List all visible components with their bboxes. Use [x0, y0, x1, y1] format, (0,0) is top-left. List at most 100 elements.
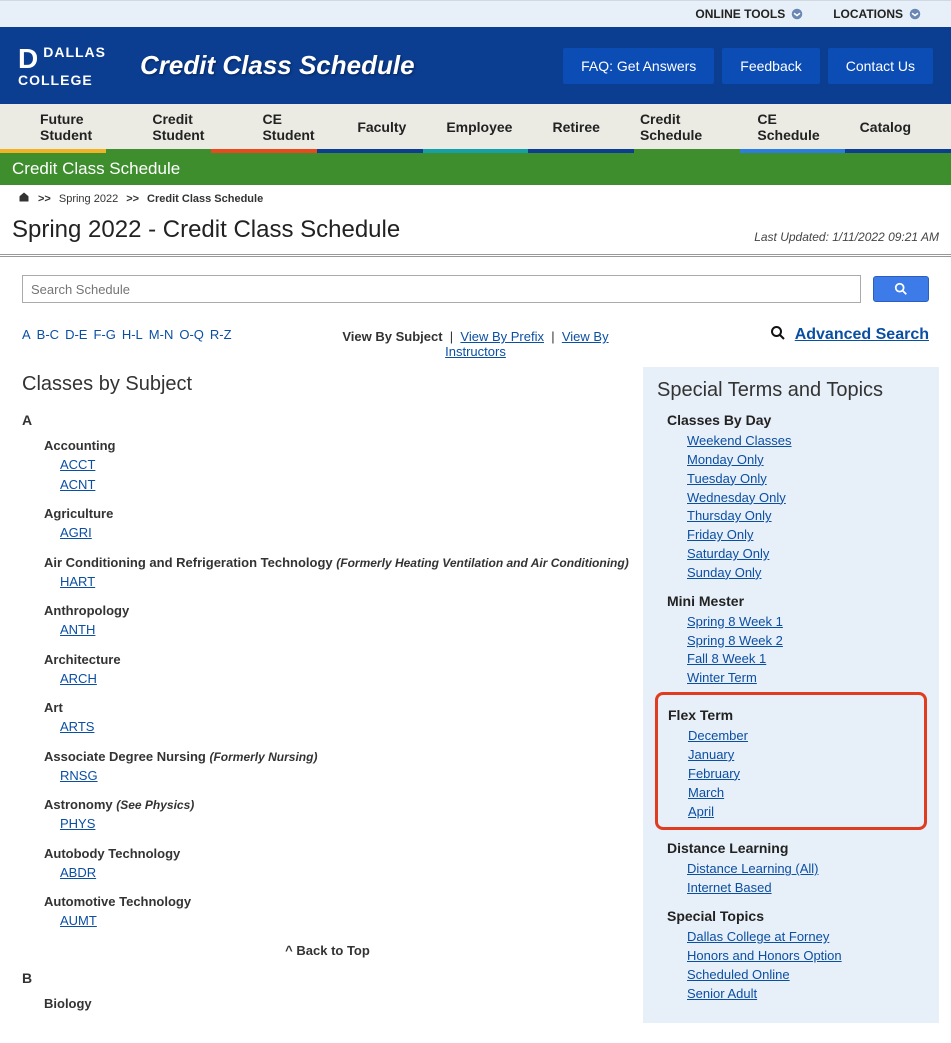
logo[interactable]: D DALLAS COLLEGE [18, 45, 106, 87]
sidebar-link[interactable]: December [688, 728, 748, 743]
home-icon[interactable] [18, 191, 30, 206]
nav-ce-student[interactable]: CE Student [262, 111, 317, 143]
sidebar-group-heading: Flex Term [668, 707, 924, 723]
advanced-search-link[interactable]: Advanced Search [795, 326, 929, 343]
home-icon [18, 191, 30, 203]
course-code-link[interactable]: PHYS [60, 814, 633, 834]
course-code-link[interactable]: ANTH [60, 620, 633, 640]
view-by-prefix-link[interactable]: View By Prefix [460, 329, 544, 344]
letter-heading: B [22, 970, 633, 986]
course-code-link[interactable]: ARTS [60, 717, 633, 737]
subject-block: Agriculture AGRI [22, 506, 633, 543]
subject-name: Automotive Technology [44, 894, 191, 909]
breadcrumb-term[interactable]: Spring 2022 [59, 193, 118, 205]
search-button[interactable] [873, 276, 929, 302]
course-code-link[interactable]: HART [60, 572, 633, 592]
sidebar-link[interactable]: March [688, 785, 724, 800]
online-tools-menu[interactable]: ONLINE TOOLS [695, 7, 803, 21]
sidebar-link[interactable]: Senior Adult [687, 986, 757, 1001]
locations-menu[interactable]: LOCATIONS [833, 7, 921, 21]
back-to-top-link[interactable]: ^ Back to Top [285, 943, 370, 958]
breadcrumb-sep: >> [38, 193, 51, 205]
subject-block: Air Conditioning and Refrigeration Techn… [22, 555, 633, 592]
subject-block: Architecture ARCH [22, 652, 633, 689]
subject-name: Biology [44, 996, 92, 1011]
subject-name: Astronomy [44, 797, 116, 812]
chevron-down-icon [791, 8, 803, 20]
nav-future-student[interactable]: Future Student [40, 111, 112, 143]
subject-block: Automotive Technology AUMT [22, 894, 633, 931]
sidebar-link[interactable]: Monday Only [687, 452, 764, 467]
sidebar-link[interactable]: February [688, 766, 740, 781]
subject-name: Autobody Technology [44, 846, 180, 861]
sidebar-link[interactable]: Thursday Only [687, 508, 772, 523]
alpha-d-e[interactable]: D-E [65, 327, 87, 342]
sidebar-group: Distance Learning Distance Learning (All)… [657, 840, 925, 898]
course-code-link[interactable]: ACNT [60, 475, 633, 495]
page-title-row: Spring 2022 - Credit Class Schedule Last… [0, 212, 951, 257]
sidebar-link[interactable]: Sunday Only [687, 565, 761, 580]
view-by-subject: View By Subject [342, 329, 442, 344]
alpha-m-n[interactable]: M-N [149, 327, 174, 342]
sidebar-group-heading: Distance Learning [667, 840, 925, 856]
section-bar: Credit Class Schedule [0, 153, 951, 185]
sidebar-group-heading: Classes By Day [667, 412, 925, 428]
nav-retiree[interactable]: Retiree [552, 119, 599, 135]
subject-note: (Formerly Heating Ventilation and Air Co… [336, 556, 628, 570]
nav-ce-schedule[interactable]: CE Schedule [757, 111, 819, 143]
sidebar-link[interactable]: January [688, 747, 734, 762]
subject-block: Autobody Technology ABDR [22, 846, 633, 883]
main-nav: Future Student Credit Student CE Student Fa… [0, 104, 951, 149]
sidebar: Special Terms and Topics Classes By Day W… [643, 367, 939, 1023]
course-code-link[interactable]: AGRI [60, 523, 633, 543]
alpha-o-q[interactable]: O-Q [179, 327, 204, 342]
nav-credit-schedule[interactable]: Credit Schedule [640, 111, 717, 143]
course-code-link[interactable]: ABDR [60, 863, 633, 883]
alpha-b-c[interactable]: B-C [37, 327, 59, 342]
sidebar-link[interactable]: Spring 8 Week 2 [687, 633, 783, 648]
subject-block: Astronomy (See Physics) PHYS [22, 797, 633, 834]
search-input[interactable] [22, 275, 861, 303]
faq-button[interactable]: FAQ: Get Answers [563, 48, 714, 84]
sidebar-link[interactable]: Distance Learning (All) [687, 861, 819, 876]
course-code-link[interactable]: ACCT [60, 455, 633, 475]
sidebar-link[interactable]: Honors and Honors Option [687, 948, 842, 963]
subject-block: Art ARTS [22, 700, 633, 737]
subject-name: Anthropology [44, 603, 129, 618]
course-code-link[interactable]: ARCH [60, 669, 633, 689]
sidebar-group: Special Topics Dallas College at Forney Ho… [657, 908, 925, 1003]
sidebar-link[interactable]: Spring 8 Week 1 [687, 614, 783, 629]
sidebar-link[interactable]: Scheduled Online [687, 967, 790, 982]
sidebar-link[interactable]: Tuesday Only [687, 471, 767, 486]
site-title: Credit Class Schedule [140, 50, 415, 81]
nav-faculty[interactable]: Faculty [357, 119, 406, 135]
sidebar-link[interactable]: April [688, 804, 714, 819]
course-code-link[interactable]: RNSG [60, 766, 633, 786]
subject-note: (See Physics) [116, 798, 194, 812]
subject-block: Accounting ACCTACNT [22, 438, 633, 494]
section-heading: Classes by Subject [22, 373, 633, 396]
nav-catalog[interactable]: Catalog [860, 119, 911, 135]
subject-name: Art [44, 700, 63, 715]
sidebar-link[interactable]: Saturday Only [687, 546, 769, 561]
alpha-f-g[interactable]: F-G [93, 327, 115, 342]
course-code-link[interactable]: AUMT [60, 911, 633, 931]
sidebar-group-heading: Special Topics [667, 908, 925, 924]
sidebar-link[interactable]: Wednesday Only [687, 490, 786, 505]
sidebar-link[interactable]: Winter Term [687, 670, 757, 685]
sidebar-link[interactable]: Internet Based [687, 880, 772, 895]
contact-button[interactable]: Contact Us [828, 48, 933, 84]
sidebar-link[interactable]: Friday Only [687, 527, 753, 542]
sidebar-link[interactable]: Fall 8 Week 1 [687, 651, 766, 666]
alpha-a[interactable]: A [22, 327, 31, 342]
nav-credit-student[interactable]: Credit Student [152, 111, 222, 143]
alpha-r-z[interactable]: R-Z [210, 327, 232, 342]
feedback-button[interactable]: Feedback [722, 48, 819, 84]
breadcrumb: >> Spring 2022 >> Credit Class Schedule [0, 185, 951, 212]
nav-employee[interactable]: Employee [446, 119, 512, 135]
sidebar-group: Flex Term December January February March Apr… [655, 692, 927, 830]
sidebar-link[interactable]: Dallas College at Forney [687, 929, 829, 944]
alpha-h-l[interactable]: H-L [122, 327, 143, 342]
sidebar-title: Special Terms and Topics [657, 379, 925, 402]
sidebar-link[interactable]: Weekend Classes [687, 433, 792, 448]
